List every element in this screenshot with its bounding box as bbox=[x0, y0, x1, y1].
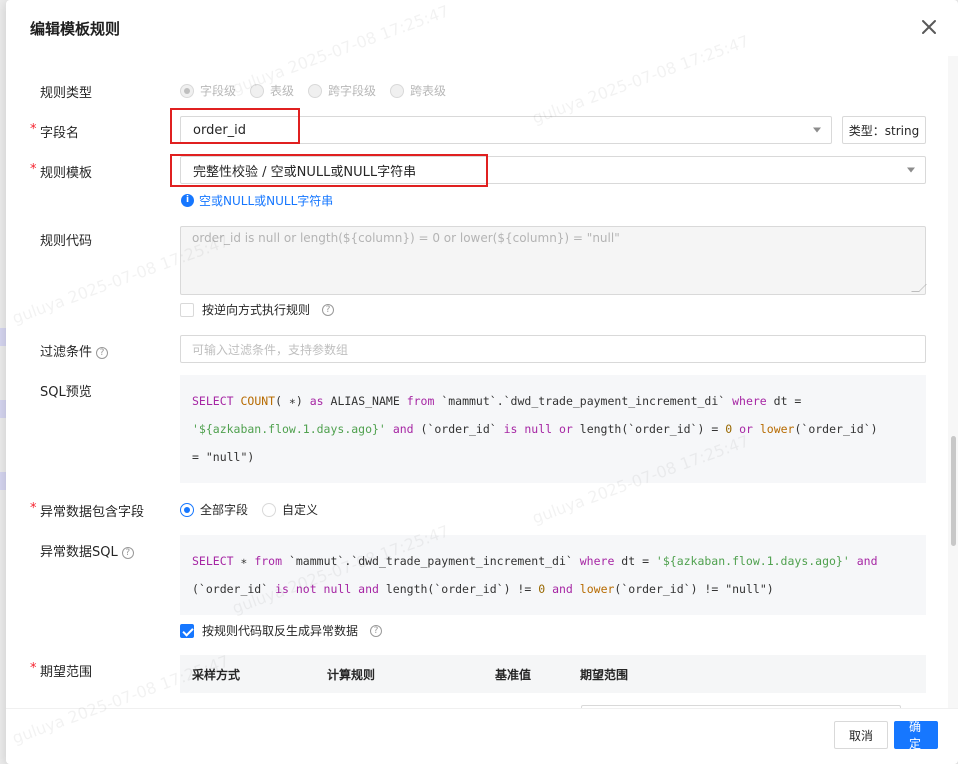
chevron-down-icon bbox=[813, 127, 821, 133]
radio-dot bbox=[250, 83, 265, 98]
rule-type-radio-field[interactable]: 字段级 bbox=[180, 82, 236, 99]
column-header: 期望范围 bbox=[568, 655, 926, 693]
radio-dot bbox=[390, 83, 405, 98]
sql-preview-label: SQL预览 bbox=[40, 385, 92, 400]
help-icon: ? bbox=[322, 303, 335, 316]
radio-dot bbox=[180, 83, 194, 98]
ok-button[interactable]: 确定 bbox=[894, 720, 938, 751]
scroll-thumb[interactable] bbox=[951, 436, 956, 546]
rule-code-label: 规则代码 bbox=[40, 234, 93, 249]
radio-dot bbox=[180, 502, 194, 517]
expected-range-label: * 期望范围 bbox=[30, 661, 93, 680]
column-header: 计算规则 bbox=[315, 655, 483, 693]
rule-type-radio-table[interactable]: 表级 bbox=[250, 82, 294, 99]
radio-dot bbox=[308, 83, 323, 98]
expected-range-table: 采样方式 计算规则 基准值 期望范围 bbox=[180, 655, 926, 693]
column-header: 采样方式 bbox=[180, 655, 315, 693]
resize-handle-icon[interactable] bbox=[911, 284, 927, 292]
reverse-execution-checkbox[interactable]: 按逆向方式执行规则 ? bbox=[180, 301, 335, 318]
help-icon: ? bbox=[96, 346, 109, 359]
column-header: 基准值 bbox=[483, 655, 568, 693]
abnormal-sql-label: 异常数据SQL? bbox=[40, 541, 134, 560]
modal-title: 编辑模板规则 bbox=[30, 20, 121, 38]
rule-type-radio-cross-field[interactable]: 跨字段级 bbox=[308, 82, 376, 99]
modal-footer: 取消 确定 bbox=[6, 708, 958, 764]
filter-input[interactable]: 可输入过滤条件，支持参数组 bbox=[180, 335, 926, 363]
close-icon bbox=[922, 20, 936, 34]
cancel-button[interactable]: 取消 bbox=[834, 721, 888, 749]
checkbox-box bbox=[180, 302, 194, 317]
invert-rule-checkbox[interactable]: 按规则代码取反生成异常数据 ? bbox=[180, 622, 383, 639]
highlight-box bbox=[170, 154, 488, 187]
radio-dot bbox=[262, 502, 277, 517]
field-type-badge: 类型：string bbox=[842, 116, 926, 144]
close-button[interactable] bbox=[918, 16, 940, 38]
scrollbar[interactable] bbox=[948, 56, 958, 708]
rule-type-radio-cross-table[interactable]: 跨表级 bbox=[390, 82, 446, 99]
abnormal-fields-radio-custom[interactable]: 自定义 bbox=[262, 501, 318, 518]
rule-type-label: 规则类型 bbox=[40, 86, 93, 101]
edit-rule-modal: 编辑模板规则 规则类型 字段级 表级 跨字段级 跨表级 * 字段名 order_i… bbox=[6, 0, 958, 764]
rule-code-textarea[interactable]: order_id is null or length(${column}) = … bbox=[180, 226, 927, 295]
rule-template-info: i 空或NULL或NULL字符串 bbox=[181, 192, 333, 209]
highlight-box bbox=[170, 108, 300, 144]
checkbox-box bbox=[180, 623, 194, 638]
chevron-down-icon bbox=[907, 167, 915, 173]
modal-header: 编辑模板规则 bbox=[6, 0, 958, 56]
abnormal-sql-code: SELECT ∗ from `mammut`.`dwd_trade_paymen… bbox=[180, 535, 926, 615]
abnormal-fields-radio-group: 全部字段 自定义 bbox=[180, 501, 318, 518]
sql-preview-code: SELECT COUNT( ∗) as ALIAS_NAME from `mam… bbox=[180, 375, 926, 483]
help-icon: ? bbox=[370, 624, 383, 637]
field-name-label: * 字段名 bbox=[30, 122, 80, 141]
help-icon: ? bbox=[121, 546, 134, 559]
info-icon: i bbox=[181, 194, 194, 207]
abnormal-fields-radio-all[interactable]: 全部字段 bbox=[180, 501, 248, 518]
abnormal-fields-label: * 异常数据包含字段 bbox=[30, 501, 145, 520]
rule-template-label: * 规则模板 bbox=[30, 162, 93, 181]
filter-label: 过滤条件? bbox=[40, 341, 109, 360]
table-header-row: 采样方式 计算规则 基准值 期望范围 bbox=[180, 655, 926, 693]
rule-type-radio-group: 字段级 表级 跨字段级 跨表级 bbox=[180, 82, 446, 99]
